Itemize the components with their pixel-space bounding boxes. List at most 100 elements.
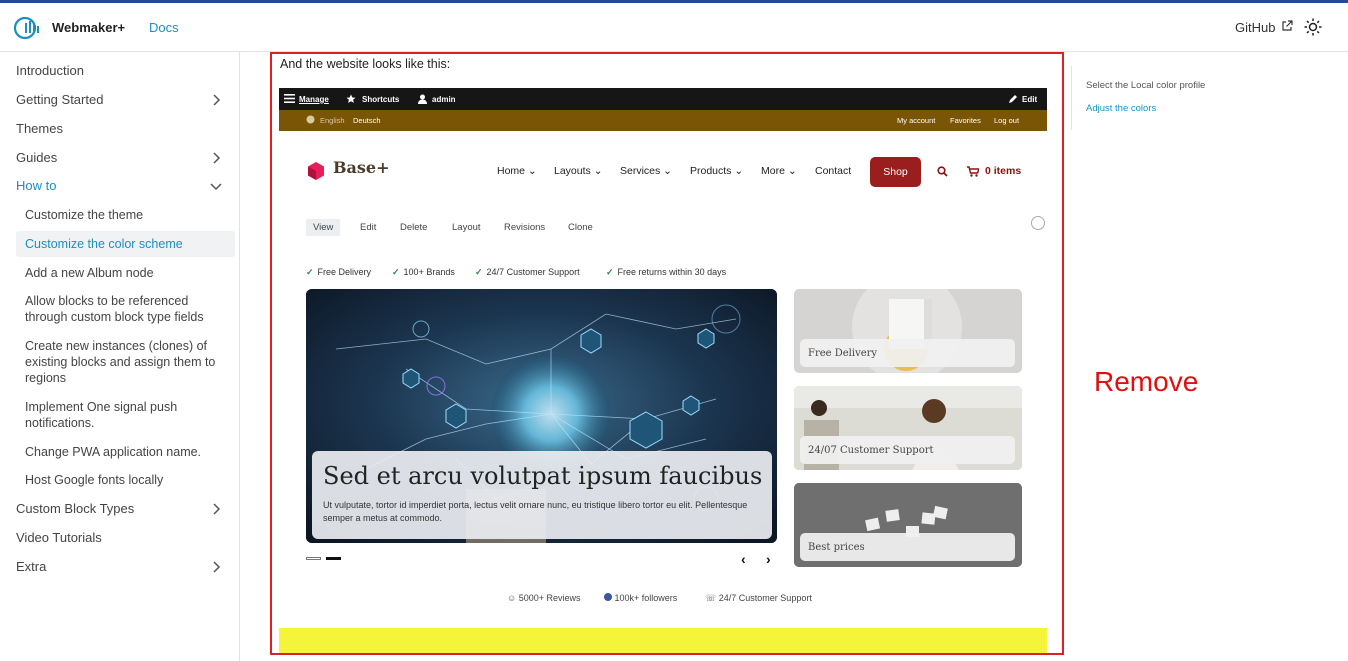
yellow-banner [279,628,1047,653]
sidebar-subitem-allow-blocks[interactable]: Allow blocks to be referenced through cu… [25,293,225,325]
admin-user[interactable]: admin [432,95,456,104]
table-of-contents: Select the Local color profile Adjust th… [1071,66,1348,130]
shop-button[interactable]: Shop [870,157,921,187]
admin-shortcuts[interactable]: Shortcuts [362,95,399,104]
menu-services[interactable]: Services ⌄ [620,165,672,177]
menu-home-label: Home [497,165,526,177]
brand-name[interactable]: Webmaker+ [52,20,125,35]
sidebar-item-themes[interactable]: Themes [16,121,234,136]
website-screenshot: Manage Shortcuts admin Edit English Deut… [279,88,1047,653]
sun-theme-icon[interactable] [1304,18,1322,36]
sidebar-subitem-create-instances[interactable]: Create new instances (clones) of existin… [25,338,225,386]
hero-slider[interactable]: Sed et arcu volutpat ipsum faucibus Ut v… [306,289,777,543]
my-account-link[interactable]: My account [897,116,935,125]
admin-edit[interactable]: Edit [1022,95,1037,104]
stat-label: 100k+ followers [614,593,678,603]
sidebar-subitem-pwa-name[interactable]: Change PWA application name. [25,444,225,460]
cart-count[interactable]: 0 items [985,165,1021,177]
feature-item: ✓ 24/7 Customer Support [475,267,580,278]
sidebar-item-extra[interactable]: Extra [16,559,234,574]
top-navbar: Webmaker+ Docs GitHub [0,3,1348,52]
hero-text: Ut vulputate, tortor id imperdiet porta,… [323,500,748,523]
chevron-right-icon[interactable] [210,94,222,106]
promo-card-support[interactable]: 24/07 Customer Support [794,386,1022,470]
menu-more[interactable]: More ⌄ [761,165,797,177]
sidebar-subitem-customize-theme[interactable]: Customize the theme [25,207,225,223]
check-icon: ✓ [606,267,614,277]
promo-card-label: Best prices [800,533,1015,561]
check-icon: ✓ [475,267,483,277]
menu-services-label: Services [620,165,661,177]
docs-link[interactable]: Docs [149,20,179,35]
menu-products[interactable]: Products ⌄ [690,165,743,177]
admin-manage[interactable]: Manage [299,95,329,104]
sidebar-item-getting-started[interactable]: Getting Started [16,92,234,107]
menu-home[interactable]: Home ⌄ [497,165,537,177]
docs-sidebar: Introduction Getting Started Themes Guid… [0,52,240,661]
slider-prev-icon[interactable]: ‹ [741,551,746,567]
base-logo-icon[interactable] [306,161,326,181]
site-logo-text[interactable]: Base+ [333,158,389,177]
feature-item: ✓ Free Delivery [306,267,371,278]
promo-card-label: Free Delivery [800,339,1015,367]
sidebar-item-how-to[interactable]: How to [16,178,234,193]
toc-item-adjust-colors[interactable]: Adjust the colors [1086,103,1156,114]
tab-clone[interactable]: Clone [561,219,600,236]
slider-dot[interactable] [306,557,321,560]
stat-label: 5000+ Reviews [518,593,581,603]
chevron-down-icon[interactable] [210,180,222,192]
edit-pencil-icon [1009,95,1017,103]
intro-text: And the website looks like this: [280,57,451,71]
favorites-link[interactable]: Favorites [950,116,981,125]
stat-support: ☏ 24/7 Customer Support [705,593,812,604]
contextual-edit-icon[interactable] [1031,216,1045,230]
sidebar-subitem-google-fonts[interactable]: Host Google fonts locally [25,472,225,488]
tab-view[interactable]: View [306,219,341,236]
menu-layouts[interactable]: Layouts ⌄ [554,165,603,177]
menu-products-label: Products [690,165,732,177]
check-icon: ✓ [306,267,314,277]
webmaker-logo-icon[interactable] [13,14,45,42]
hero-caption: Sed et arcu volutpat ipsum faucibus Ut v… [312,451,772,539]
user-icon [418,94,427,104]
admin-toolbar: Manage Shortcuts admin Edit [279,88,1047,110]
hamburger-icon[interactable] [284,94,295,103]
github-link[interactable]: GitHub [1235,20,1275,35]
search-icon[interactable] [937,166,948,177]
logout-link[interactable]: Log out [994,116,1019,125]
menu-contact[interactable]: Contact [815,165,851,177]
sidebar-subitem-add-album-node[interactable]: Add a new Album node [25,265,225,281]
site-header: Base+ Home ⌄ Layouts ⌄ Services ⌄ Produc… [279,131,1047,221]
smile-icon: ☺ [507,593,517,603]
headset-icon: ☏ [705,593,717,603]
lang-english[interactable]: English [320,116,345,125]
stat-label: 24/7 Customer Support [718,593,812,603]
promo-card-prices[interactable]: Best prices [794,483,1022,567]
tab-edit[interactable]: Edit [353,219,383,236]
lang-deutsch[interactable]: Deutsch [353,116,381,125]
sidebar-item-video-tutorials[interactable]: Video Tutorials [16,530,234,545]
toc-item-local-color-profile[interactable]: Select the Local color profile [1086,80,1205,91]
promo-card-label: 24/07 Customer Support [800,436,1015,464]
chevron-right-icon[interactable] [210,561,222,573]
cart-icon[interactable] [967,166,979,177]
sidebar-item-custom-block-types[interactable]: Custom Block Types [16,501,234,516]
promo-card-delivery[interactable]: Free Delivery [794,289,1022,373]
tab-delete[interactable]: Delete [393,219,434,236]
feature-label: Free Delivery [317,267,372,277]
sidebar-subitem-customize-color-scheme[interactable]: Customize the color scheme [16,231,235,257]
chevron-right-icon[interactable] [210,152,222,164]
sidebar-item-introduction[interactable]: Introduction [16,63,234,78]
slider-next-icon[interactable]: › [766,551,771,567]
star-icon [346,94,356,103]
sidebar-subitem-onesignal[interactable]: Implement One signal push notifications. [25,399,225,431]
external-link-icon [1282,20,1293,31]
sidebar-item-guides[interactable]: Guides [16,150,234,165]
globe-icon [306,115,315,124]
tab-layout[interactable]: Layout [445,219,488,236]
tab-revisions[interactable]: Revisions [497,219,552,236]
slider-dot-active[interactable] [326,557,341,560]
chevron-right-icon[interactable] [210,503,222,515]
stat-followers: 100k+ followers [604,593,677,603]
feature-item: ✓ 100+ Brands [392,267,455,278]
